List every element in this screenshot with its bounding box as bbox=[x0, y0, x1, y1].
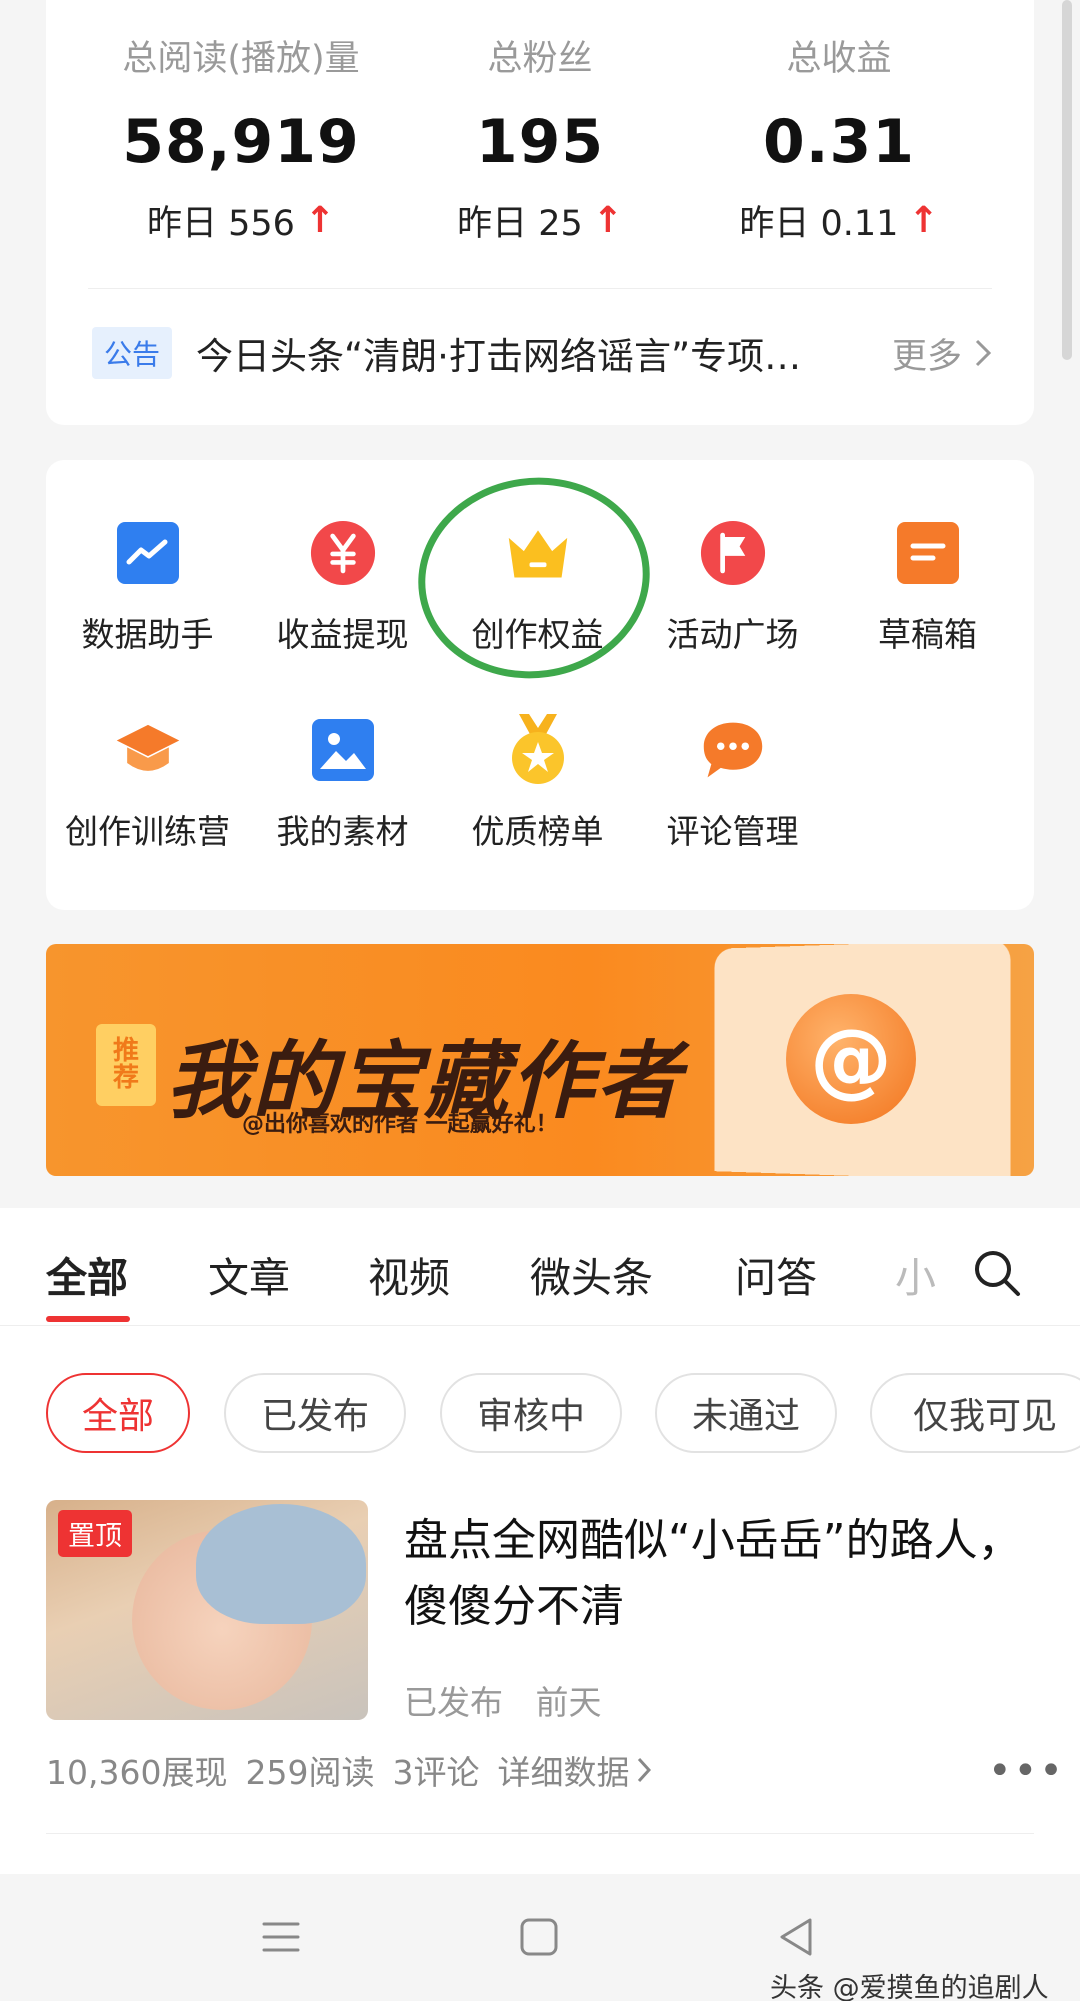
tab-videos[interactable]: 视频 bbox=[368, 1244, 450, 1304]
yuan-icon bbox=[310, 520, 376, 586]
search-icon[interactable] bbox=[972, 1248, 1022, 1298]
thumbnail-hat bbox=[196, 1504, 366, 1624]
tool-label: 优质榜单 bbox=[471, 812, 604, 851]
flag-icon bbox=[700, 520, 766, 586]
stat-value: 58,919 bbox=[122, 107, 360, 177]
article-meta: 已发布 前天 bbox=[404, 1676, 602, 1724]
content-tabs: 全部 文章 视频 微头条 问答 小 bbox=[0, 1208, 1080, 1326]
detail-data-label: 详细数据 bbox=[497, 1753, 630, 1792]
stat-yesterday-text: 昨日 0.11 bbox=[739, 204, 899, 244]
back-icon[interactable] bbox=[774, 1914, 820, 1960]
divider bbox=[88, 288, 992, 289]
image-icon bbox=[310, 717, 376, 783]
tab-articles[interactable]: 文章 bbox=[208, 1244, 290, 1304]
status-filters: 全部 已发布 审核中 未通过 仅我可见 bbox=[0, 1326, 1080, 1480]
tool-label: 评论管理 bbox=[666, 812, 799, 851]
menu-icon[interactable] bbox=[258, 1914, 304, 1960]
at-sign-icon: @ bbox=[786, 994, 916, 1124]
tool-drafts[interactable]: 草稿箱 bbox=[830, 520, 1025, 656]
up-arrow-icon: ↑ bbox=[592, 200, 623, 241]
draft-icon bbox=[895, 520, 961, 586]
notice-bar[interactable]: 公告 今日头条“清朗·打击网络谣言”专项整... 更多 bbox=[92, 326, 992, 380]
tool-activity-square[interactable]: 活动广场 bbox=[635, 520, 830, 656]
up-arrow-icon: ↑ bbox=[304, 200, 336, 241]
notice-more-link[interactable]: 更多 bbox=[892, 328, 992, 379]
detail-data-link[interactable]: 详细数据 bbox=[497, 1746, 652, 1794]
graduation-cap-icon bbox=[115, 717, 181, 783]
medal-icon bbox=[505, 714, 571, 784]
tab-more-truncated[interactable]: 小 bbox=[895, 1244, 936, 1304]
stats-card: 总阅读(播放)量 58,919 昨日 556 ↑ 总粉丝 195 昨日 25 ↑… bbox=[46, 0, 1034, 425]
article-stats: 10,360展现 259阅读 3评论 详细数据 bbox=[46, 1746, 652, 1794]
notice-more-label: 更多 bbox=[891, 336, 962, 377]
tab-qa[interactable]: 问答 bbox=[735, 1244, 817, 1304]
tool-label: 草稿箱 bbox=[878, 615, 977, 654]
stat-total-income[interactable]: 总收益 0.31 昨日 0.11 ↑ bbox=[674, 30, 1004, 246]
tool-data-assistant[interactable]: 数据助手 bbox=[50, 520, 245, 656]
scrollbar[interactable] bbox=[1062, 0, 1072, 360]
notice-text[interactable]: 今日头条“清朗·打击网络谣言”专项整... bbox=[196, 326, 826, 380]
chevron-right-icon bbox=[975, 339, 992, 367]
article-thumbnail[interactable]: 置顶 bbox=[46, 1500, 368, 1720]
notice-tag: 公告 bbox=[92, 327, 173, 379]
chart-icon bbox=[115, 520, 181, 586]
filter-published[interactable]: 已发布 bbox=[224, 1373, 406, 1453]
promo-banner[interactable]: 推 荐 我的宝藏作者 @出你喜欢的作者 一起赢好礼！ @ bbox=[46, 944, 1034, 1176]
tool-label: 创作训练营 bbox=[65, 812, 230, 851]
tool-comment-management[interactable]: 评论管理 bbox=[635, 717, 830, 853]
article-views: 10,360展现 bbox=[46, 1753, 228, 1792]
stat-yesterday: 昨日 0.11 ↑ bbox=[674, 195, 1004, 246]
stat-label: 总收益 bbox=[786, 39, 892, 79]
article-item[interactable]: 置顶 盘点全网酷似“小岳岳”的路人，傻傻分不清 已发布 前天 10,360展现 … bbox=[0, 1480, 1080, 1874]
tool-label: 数据助手 bbox=[81, 615, 214, 654]
article-reads: 259阅读 bbox=[245, 1753, 375, 1792]
stat-yesterday-text: 昨日 556 bbox=[146, 204, 295, 244]
stat-label: 总粉丝 bbox=[487, 39, 593, 79]
filter-rejected[interactable]: 未通过 bbox=[655, 1373, 837, 1453]
banner-tag-line2: 荐 bbox=[112, 1063, 139, 1093]
more-options-icon[interactable]: ••• bbox=[988, 1748, 1065, 1794]
tool-training-camp[interactable]: 创作训练营 bbox=[50, 717, 245, 853]
article-title[interactable]: 盘点全网酷似“小岳岳”的路人，傻傻分不清 bbox=[404, 1508, 1024, 1640]
up-arrow-icon: ↑ bbox=[908, 200, 939, 241]
stat-total-reads[interactable]: 总阅读(播放)量 58,919 昨日 556 ↑ bbox=[76, 30, 406, 246]
filter-private[interactable]: 仅我可见 bbox=[870, 1373, 1080, 1453]
banner-subtitle: @出你喜欢的作者 一起赢好礼！ bbox=[242, 1112, 558, 1137]
home-icon[interactable] bbox=[516, 1914, 562, 1960]
divider bbox=[46, 1833, 1034, 1834]
tool-label: 收益提现 bbox=[276, 615, 409, 654]
tool-label: 活动广场 bbox=[666, 615, 799, 654]
tab-all[interactable]: 全部 bbox=[46, 1244, 128, 1304]
pinned-tag: 置顶 bbox=[58, 1510, 132, 1557]
stat-yesterday: 昨日 556 ↑ bbox=[76, 195, 406, 246]
comment-icon bbox=[700, 717, 766, 783]
stat-label: 总阅读(播放)量 bbox=[122, 39, 360, 79]
tool-quality-ranking[interactable]: 优质榜单 bbox=[440, 714, 635, 853]
active-tab-indicator bbox=[46, 1316, 130, 1322]
article-time: 前天 bbox=[535, 1683, 602, 1722]
filter-all[interactable]: 全部 bbox=[46, 1373, 190, 1453]
chevron-right-icon bbox=[638, 1757, 652, 1783]
stat-value: 0.31 bbox=[762, 107, 916, 177]
stat-value: 195 bbox=[475, 107, 605, 177]
article-comments: 3评论 bbox=[392, 1753, 480, 1792]
banner-tag-line1: 推 bbox=[112, 1035, 139, 1066]
banner-recommend-tag: 推 荐 bbox=[96, 1024, 156, 1106]
tool-my-materials[interactable]: 我的素材 bbox=[245, 717, 440, 853]
stat-yesterday: 昨日 25 ↑ bbox=[375, 195, 705, 246]
filter-under-review[interactable]: 审核中 bbox=[440, 1373, 622, 1453]
tab-micro-posts[interactable]: 微头条 bbox=[530, 1244, 653, 1304]
stat-yesterday-text: 昨日 25 bbox=[457, 204, 583, 244]
article-status: 已发布 bbox=[404, 1683, 503, 1722]
tool-income-withdraw[interactable]: 收益提现 bbox=[245, 520, 440, 656]
watermark-text: 头条 @爱摸鱼的追剧人 bbox=[770, 1973, 1049, 2001]
stat-total-fans[interactable]: 总粉丝 195 昨日 25 ↑ bbox=[375, 30, 705, 246]
tool-label: 我的素材 bbox=[276, 812, 409, 851]
